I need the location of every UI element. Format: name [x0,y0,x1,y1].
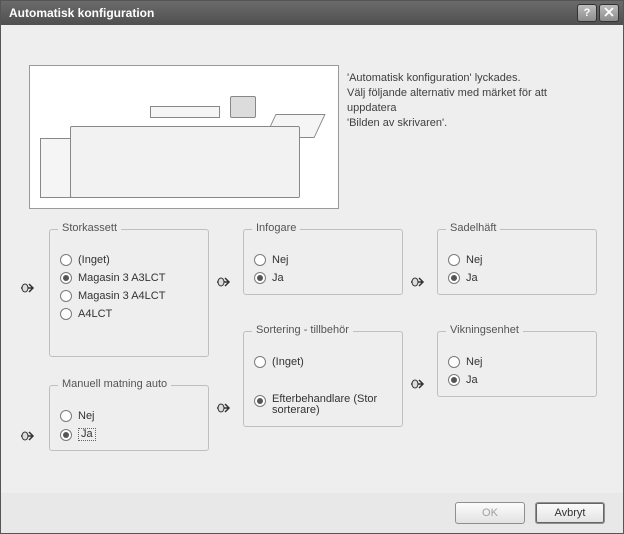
group-folding-unit: Vikningsenhet Nej Ja [437,331,597,397]
radio-label: Ja [272,273,284,284]
radio-option[interactable]: A4LCT [60,308,198,320]
radio-option[interactable]: Ja [448,272,586,284]
group-title: Vikningsenhet [446,324,523,336]
info-line: 'Automatisk konfiguration' lyckades. [347,71,599,86]
radio-icon [254,395,266,407]
radio-option[interactable]: Nej [448,356,586,368]
radio-label: Efterbehandlare (Stor sorterare) [272,394,392,416]
radio-icon [254,272,266,284]
info-line: Välj följande alternativ med märket för … [347,86,599,116]
pointer-hand-icon [215,399,239,417]
radio-option[interactable]: Magasin 3 A3LCT [60,272,198,284]
radio-label: (Inget) [78,255,110,266]
pointer-hand-icon [409,375,433,393]
group-sorting-accessory: Sortering - tillbehör (Inget) Efterbehan… [243,331,403,427]
radio-label: Nej [78,411,95,422]
radio-icon [448,374,460,386]
close-button[interactable] [599,4,619,22]
radio-icon [60,410,72,422]
help-button[interactable]: ? [577,4,597,22]
group-inserter: Infogare Nej Ja [243,229,403,295]
info-text: 'Automatisk konfiguration' lyckades. Väl… [347,71,599,130]
help-icon: ? [584,7,591,19]
pointer-hand-icon [409,273,433,291]
group-title: Storkassett [58,222,121,234]
pointer-hand-icon [19,279,43,297]
radio-label: Nej [272,255,289,266]
radio-option[interactable]: Ja [448,374,586,386]
radio-icon [60,429,72,441]
radio-icon [448,272,460,284]
radio-label: Nej [466,255,483,266]
group-storkassett: Storkassett (Inget) Magasin 3 A3LCT Maga… [49,229,209,357]
radio-icon [448,254,460,266]
dialog-window: Automatisk konfiguration ? 'Automatisk k… [0,0,624,534]
radio-icon [254,356,266,368]
radio-option[interactable]: Nej [254,254,392,266]
radio-icon [254,254,266,266]
titlebar: Automatisk konfiguration ? [1,1,623,25]
radio-icon [60,272,72,284]
radio-icon [60,254,72,266]
radio-label: Ja [78,428,96,441]
group-manual-feed: Manuell matning auto Nej Ja [49,385,209,451]
radio-label: A4LCT [78,309,112,320]
cancel-label: Avbryt [555,507,586,519]
dialog-content: 'Automatisk konfiguration' lyckades. Väl… [1,25,623,493]
group-title: Infogare [252,222,300,234]
group-title: Sadelhäft [446,222,500,234]
radio-icon [60,308,72,320]
cancel-button[interactable]: Avbryt [535,502,605,524]
dialog-footer: OK Avbryt [1,493,623,533]
radio-option[interactable]: Ja [60,428,198,441]
radio-label: Magasin 3 A4LCT [78,291,165,302]
close-icon [604,7,614,20]
radio-option[interactable]: Magasin 3 A4LCT [60,290,198,302]
ok-button[interactable]: OK [455,502,525,524]
radio-option[interactable]: Efterbehandlare (Stor sorterare) [254,394,392,416]
window-title: Automatisk konfiguration [5,6,577,20]
radio-label: Nej [466,357,483,368]
group-title: Manuell matning auto [58,378,171,390]
printer-illustration [29,65,339,209]
group-title: Sortering - tillbehör [252,324,353,336]
radio-option[interactable]: Nej [60,410,198,422]
pointer-hand-icon [19,427,43,445]
radio-option[interactable]: Nej [448,254,586,266]
radio-label: Ja [466,273,478,284]
ok-label: OK [482,507,498,519]
group-saddle-stitch: Sadelhäft Nej Ja [437,229,597,295]
radio-icon [60,290,72,302]
info-line: 'Bilden av skrivaren'. [347,116,599,131]
radio-option[interactable]: (Inget) [60,254,198,266]
radio-icon [448,356,460,368]
pointer-hand-icon [215,273,239,291]
radio-option[interactable]: (Inget) [254,356,392,368]
radio-label: Ja [466,375,478,386]
titlebar-buttons: ? [577,4,619,22]
radio-option[interactable]: Ja [254,272,392,284]
radio-label: Magasin 3 A3LCT [78,273,165,284]
radio-label: (Inget) [272,357,304,368]
